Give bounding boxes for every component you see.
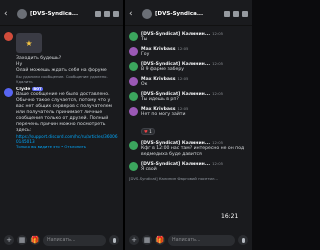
clyde-message: Clyde BOT Ваше сообщение не было доставле… [4,87,119,149]
message-input[interactable]: Написать... [168,234,235,246]
author-name[interactable]: [DVS-Syndicat] Калинин... [141,32,210,37]
timestamp: 12:05 [177,106,189,111]
avatar[interactable] [129,141,138,150]
list-item: Max Krivbass 12:05 Ок [129,76,248,88]
back-arrow-icon[interactable]: ‹ [129,9,139,19]
chat-header: ‹ [DVS-Syndica... [0,2,123,26]
right-chat-pane: ‹ [DVS-Syndica... [DVS-Syndicat] Калинин… [125,0,252,250]
message-text: Ваше сообщение не было доставлено. Обычн… [16,92,113,133]
status-time: 16:21 [221,213,239,220]
avatar[interactable] [17,8,27,19]
reaction-chip[interactable]: ♥ 1 [141,128,155,135]
avatar[interactable] [129,77,138,86]
reaction-count: 1 [149,129,152,134]
call-icon[interactable] [95,10,101,17]
message-text: Нет по могу зайти [141,112,186,117]
list-item: Max Krivbass 12:05 Гоу [129,46,248,58]
message-input[interactable]: Написать... [43,234,106,246]
avatar[interactable] [129,47,138,56]
message-text: Кфг в 12:00 нас там? интересно не он под… [141,146,245,157]
system-line: [DVS-Syndicat] Калинин Фарговий посетил.… [129,176,219,181]
avatar[interactable] [129,162,138,171]
composer: + ▦ 🎁 Написать... [125,230,252,250]
avatar[interactable] [4,32,13,41]
plus-icon[interactable]: + [129,235,139,245]
message-text: Ок [141,82,148,87]
list-item: Max Krivbass 12:05 Нет по могу зайти ♥ 1 [129,106,248,137]
message-list: [DVS-Syndicat] Калинин... 12:05 Ты Max Kr… [125,28,252,228]
avatar[interactable] [129,32,138,41]
mic-icon[interactable] [238,235,248,245]
composer: + ▦ 🎁 Написать... [0,230,123,250]
heart-icon: ♥ [144,129,148,134]
gift-icon[interactable]: 🎁 [30,235,40,245]
timestamp: 12:05 [177,76,189,81]
message-list: ★ Заходить будешь? Ну Олай можешь ждать … [0,28,123,228]
avatar[interactable] [129,107,138,116]
members-icon[interactable] [242,10,248,17]
call-icon[interactable] [224,10,230,17]
chat-header: ‹ [DVS-Syndica... [125,2,252,26]
apps-icon[interactable]: ▦ [142,235,152,245]
timestamp: 12:05 [212,61,224,66]
list-item: Заходить будешь? Ну Олай можешь ждать се… [4,56,119,84]
support-link[interactable]: https://support.discord.com/hc/ru/articl… [16,134,119,144]
message-text: Ты идешь в рп? [141,97,179,102]
left-chat-pane: ‹ [DVS-Syndica... ★ Заходить будешь? Ну … [0,0,123,250]
avatar[interactable] [129,92,138,101]
apps-icon[interactable]: ▦ [17,235,27,245]
list-item: [DVS-Syndicat] Калинин... 12:05 Ты идешь … [129,91,248,103]
plus-icon[interactable]: + [4,235,14,245]
message-text: Гоу [141,52,150,57]
list-item: ★ [4,31,119,53]
video-icon[interactable] [104,10,110,17]
list-item: [DVS-Syndicat] Калинин... 12:05 Кфг в 12:… [129,140,248,158]
channel-title[interactable]: [DVS-Syndica... [30,11,95,17]
message-text: В 9 фарме заберу [141,67,184,72]
timestamp: 12:05 [212,91,224,96]
timestamp: 12:05 [212,161,224,166]
clyde-avatar[interactable] [4,88,13,97]
mic-icon[interactable] [109,235,119,245]
back-arrow-icon[interactable]: ‹ [4,9,14,19]
system-note: Вы удалили сообщение. Сообщение удалено.… [16,74,108,84]
list-item: [DVS-Syndicat] Калинин... 12:05 Я свой [129,161,248,173]
list-item: [DVS-Syndicat] Калинин... 12:05 В 9 фарме… [129,61,248,73]
dismiss-link[interactable]: Только вы видите это • Отклонить [16,144,119,149]
timestamp: 12:05 [212,31,224,36]
bot-badge: BOT [32,87,43,91]
sticker-image[interactable]: ★ [16,33,42,53]
message-text: Я свой [141,167,157,172]
avatar[interactable] [142,8,152,19]
members-icon[interactable] [113,10,119,17]
video-icon[interactable] [233,10,239,17]
list-item: [DVS-Syndicat] Калинин... 12:05 Ты [129,31,248,43]
avatar[interactable] [129,62,138,71]
timestamp: 12:05 [212,140,224,145]
channel-title[interactable]: [DVS-Syndica... [155,11,224,17]
gift-icon[interactable]: 🎁 [155,235,165,245]
timestamp: 12:05 [177,46,189,51]
message-text: Ты [141,37,148,42]
